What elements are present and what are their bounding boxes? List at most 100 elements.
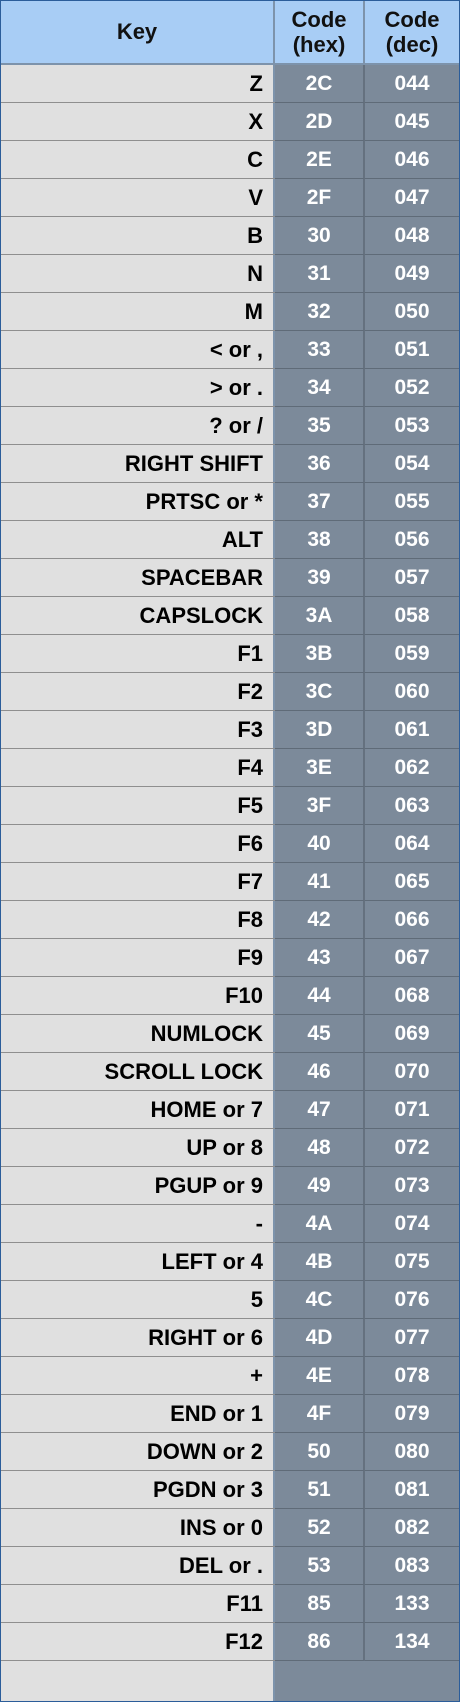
key-cell: NUMLOCK <box>1 1015 275 1052</box>
table-row: PRTSC or * 37 055 <box>1 483 459 521</box>
key-cell: F8 <box>1 901 275 938</box>
hex-code-cell: 85 <box>275 1585 365 1623</box>
key-cell: F12 <box>1 1623 275 1660</box>
table-row: NUMLOCK 45 069 <box>1 1015 459 1053</box>
dec-code-cell: 067 <box>365 939 459 977</box>
dec-code-cell: 072 <box>365 1129 459 1167</box>
dec-code-cell: 079 <box>365 1395 459 1433</box>
table-row: DEL or . 53 083 <box>1 1547 459 1585</box>
table-row: F4 3E 062 <box>1 749 459 787</box>
hex-code-cell: 3A <box>275 597 365 635</box>
dec-code-cell: 051 <box>365 331 459 369</box>
table-row: PGUP or 9 49 073 <box>1 1167 459 1205</box>
table-row: F5 3F 063 <box>1 787 459 825</box>
table-row: < or , 33 051 <box>1 331 459 369</box>
key-cell: SCROLL LOCK <box>1 1053 275 1090</box>
key-cell: B <box>1 217 275 254</box>
dec-code-cell: 076 <box>365 1281 459 1319</box>
dec-code-cell: 048 <box>365 217 459 255</box>
footer-key-cell <box>1 1661 275 1701</box>
table-row: X 2D 045 <box>1 103 459 141</box>
table-row: F1 3B 059 <box>1 635 459 673</box>
key-cell: ? or / <box>1 407 275 444</box>
key-cell: Z <box>1 65 275 102</box>
dec-code-cell: 054 <box>365 445 459 483</box>
key-cell: END or 1 <box>1 1395 275 1432</box>
dec-code-cell: 057 <box>365 559 459 597</box>
hex-code-cell: 86 <box>275 1623 365 1661</box>
key-cell: RIGHT SHIFT <box>1 445 275 482</box>
hex-code-cell: 4B <box>275 1243 365 1281</box>
dec-code-cell: 077 <box>365 1319 459 1357</box>
key-cell: HOME or 7 <box>1 1091 275 1128</box>
table-header: Key Code (hex) Code (dec) <box>1 1 459 65</box>
dec-code-cell: 080 <box>365 1433 459 1471</box>
key-cell: DOWN or 2 <box>1 1433 275 1470</box>
key-cell: F7 <box>1 863 275 900</box>
key-cell: F2 <box>1 673 275 710</box>
key-cell: ALT <box>1 521 275 558</box>
key-cell: RIGHT or 6 <box>1 1319 275 1356</box>
table-row: V 2F 047 <box>1 179 459 217</box>
dec-code-cell: 083 <box>365 1547 459 1585</box>
dec-code-cell: 055 <box>365 483 459 521</box>
table-row: B 30 048 <box>1 217 459 255</box>
dec-code-cell: 050 <box>365 293 459 331</box>
table-footer <box>1 1661 459 1701</box>
key-cell: C <box>1 141 275 178</box>
hex-code-cell: 38 <box>275 521 365 559</box>
hex-code-cell: 3F <box>275 787 365 825</box>
dec-code-cell: 069 <box>365 1015 459 1053</box>
hex-code-cell: 2E <box>275 141 365 179</box>
dec-code-cell: 047 <box>365 179 459 217</box>
key-cell: PGDN or 3 <box>1 1471 275 1508</box>
hex-code-cell: 40 <box>275 825 365 863</box>
hex-code-cell: 31 <box>275 255 365 293</box>
dec-code-cell: 061 <box>365 711 459 749</box>
key-cell: F4 <box>1 749 275 786</box>
table-row: RIGHT SHIFT 36 054 <box>1 445 459 483</box>
dec-code-cell: 052 <box>365 369 459 407</box>
hex-code-cell: 48 <box>275 1129 365 1167</box>
table-row: F6 40 064 <box>1 825 459 863</box>
dec-code-cell: 045 <box>365 103 459 141</box>
key-cell: V <box>1 179 275 216</box>
dec-code-cell: 058 <box>365 597 459 635</box>
hex-code-cell: 41 <box>275 863 365 901</box>
table-row: HOME or 7 47 071 <box>1 1091 459 1129</box>
table-row: F11 85 133 <box>1 1585 459 1623</box>
table-row: INS or 0 52 082 <box>1 1509 459 1547</box>
key-column-header: Key <box>1 1 275 63</box>
table-row: N 31 049 <box>1 255 459 293</box>
table-row: F10 44 068 <box>1 977 459 1015</box>
key-cell: F6 <box>1 825 275 862</box>
table-row: > or . 34 052 <box>1 369 459 407</box>
dec-code-cell: 134 <box>365 1623 459 1661</box>
key-cell: PRTSC or * <box>1 483 275 520</box>
table-row: END or 1 4F 079 <box>1 1395 459 1433</box>
dec-code-cell: 074 <box>365 1205 459 1243</box>
table-row: F2 3C 060 <box>1 673 459 711</box>
table-row: CAPSLOCK 3A 058 <box>1 597 459 635</box>
key-cell: F3 <box>1 711 275 748</box>
key-header-label: Key <box>116 19 158 44</box>
hex-code-cell: 2D <box>275 103 365 141</box>
hex-code-cell: 3C <box>275 673 365 711</box>
hex-code-cell: 2C <box>275 65 365 103</box>
dec-code-cell: 073 <box>365 1167 459 1205</box>
hex-code-cell: 2F <box>275 179 365 217</box>
key-cell: PGUP or 9 <box>1 1167 275 1204</box>
dec-code-cell: 046 <box>365 141 459 179</box>
key-cell: M <box>1 293 275 330</box>
table-row: DOWN or 2 50 080 <box>1 1433 459 1471</box>
dec-code-cell: 078 <box>365 1357 459 1395</box>
key-cell: F5 <box>1 787 275 824</box>
key-cell: F1 <box>1 635 275 672</box>
table-row: F12 86 134 <box>1 1623 459 1661</box>
dec-code-cell: 053 <box>365 407 459 445</box>
dec-code-cell: 082 <box>365 1509 459 1547</box>
key-cell: CAPSLOCK <box>1 597 275 634</box>
scan-code-table: Key Code (hex) Code (dec) Z 2C 044 X 2D 045 C 2… <box>0 0 460 1702</box>
dec-code-cell: 068 <box>365 977 459 1015</box>
hex-code-cell: 32 <box>275 293 365 331</box>
